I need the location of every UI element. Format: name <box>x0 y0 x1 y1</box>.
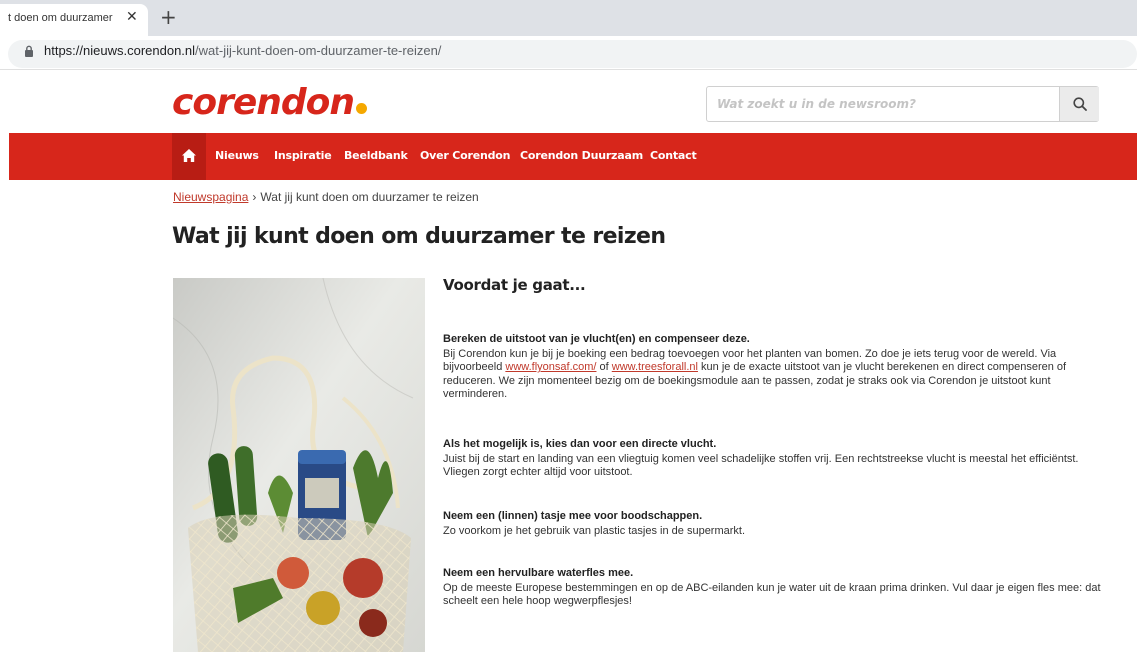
address-bar: https://nieuws.corendon.nl/wat-jij-kunt-… <box>0 36 1137 70</box>
logo-dot-icon <box>356 103 368 114</box>
breadcrumb: Nieuwspagina › Wat jij kunt doen om duurza… <box>173 190 479 204</box>
block-heading: Als het mogelijk is, kies dan voor een d… <box>443 438 717 450</box>
block-heading: Neem een (linnen) tasje mee voor boodsch… <box>443 510 703 522</box>
browser-tab[interactable]: t doen om duurzamer ✕ <box>0 4 148 36</box>
breadcrumb-current: Wat jij kunt doen om duurzamer te reizen <box>260 190 479 204</box>
url-host: https://nieuws.corendon.nl <box>44 43 196 58</box>
section-title: Voordat je gaat... <box>443 276 586 294</box>
nav-item-contact[interactable]: Contact <box>650 149 697 162</box>
tab-title: t doen om duurzamer <box>8 12 113 24</box>
url-path: /wat-jij-kunt-doen-om-duurzamer-te-reize… <box>195 43 442 58</box>
block-heading: Neem een hervulbare waterfles mee. <box>443 567 634 579</box>
page-title: Wat jij kunt doen om duurzamer te reizen <box>172 224 666 249</box>
nav-item-corendon-duurzaam[interactable]: Corendon Duurzaam <box>520 149 643 162</box>
search-icon <box>1073 97 1087 111</box>
block-text: Zo voorkom je het gebruik van plastic ta… <box>443 524 746 537</box>
article-block-compensate: Bereken de uitstoot van je vlucht(en) en… <box>443 333 1103 402</box>
search-input[interactable] <box>707 87 1059 121</box>
search-button[interactable] <box>1059 87 1099 121</box>
new-tab-icon[interactable]: + <box>160 6 177 28</box>
nav-home-button[interactable] <box>172 133 206 180</box>
nav-item-beeldbank[interactable]: Beeldbank <box>344 149 408 162</box>
article-block-linen-bag: Neem een (linnen) tasje mee voor boodsch… <box>443 510 1103 538</box>
newsroom-search <box>706 86 1099 122</box>
nav-item-inspiratie[interactable]: Inspiratie <box>274 149 332 162</box>
flyonsaf-link[interactable]: www.flyonsaf.com/ <box>505 361 596 373</box>
browser-tab-bar: t doen om duurzamer ✕ + <box>0 0 1137 36</box>
treesforall-link[interactable]: www.treesforall.nl <box>612 361 698 373</box>
url-text: https://nieuws.corendon.nl/wat-jij-kunt-… <box>44 43 441 58</box>
article-block-direct-flight: Als het mogelijk is, kies dan voor een d… <box>443 438 1103 480</box>
block-text: Op de meeste Europese bestemmingen en op… <box>443 581 1101 608</box>
nav-item-over-corendon[interactable]: Over Corendon <box>420 149 510 162</box>
logo-text: corendon <box>172 82 355 123</box>
block-heading: Bereken de uitstoot van je vlucht(en) en… <box>443 333 750 345</box>
article-image <box>173 278 425 652</box>
block-text: Bij Corendon kun je bij je boeking een b… <box>443 348 1103 402</box>
breadcrumb-home-link[interactable]: Nieuwspagina <box>173 190 248 204</box>
main-nav: Nieuws Inspiratie Beeldbank Over Corendo… <box>9 133 1137 180</box>
home-icon <box>182 149 196 162</box>
close-tab-icon[interactable]: ✕ <box>126 9 138 25</box>
article-block-water-bottle: Neem een hervulbare waterfles mee. Op de… <box>443 567 1103 609</box>
breadcrumb-separator: › <box>252 190 257 204</box>
nav-item-nieuws[interactable]: Nieuws <box>215 149 259 162</box>
lock-icon <box>25 45 33 57</box>
block-text: Juist bij de start en landing van een vl… <box>443 452 1079 479</box>
corendon-logo[interactable]: corendon <box>172 82 368 123</box>
block-text-part: of <box>596 361 612 373</box>
